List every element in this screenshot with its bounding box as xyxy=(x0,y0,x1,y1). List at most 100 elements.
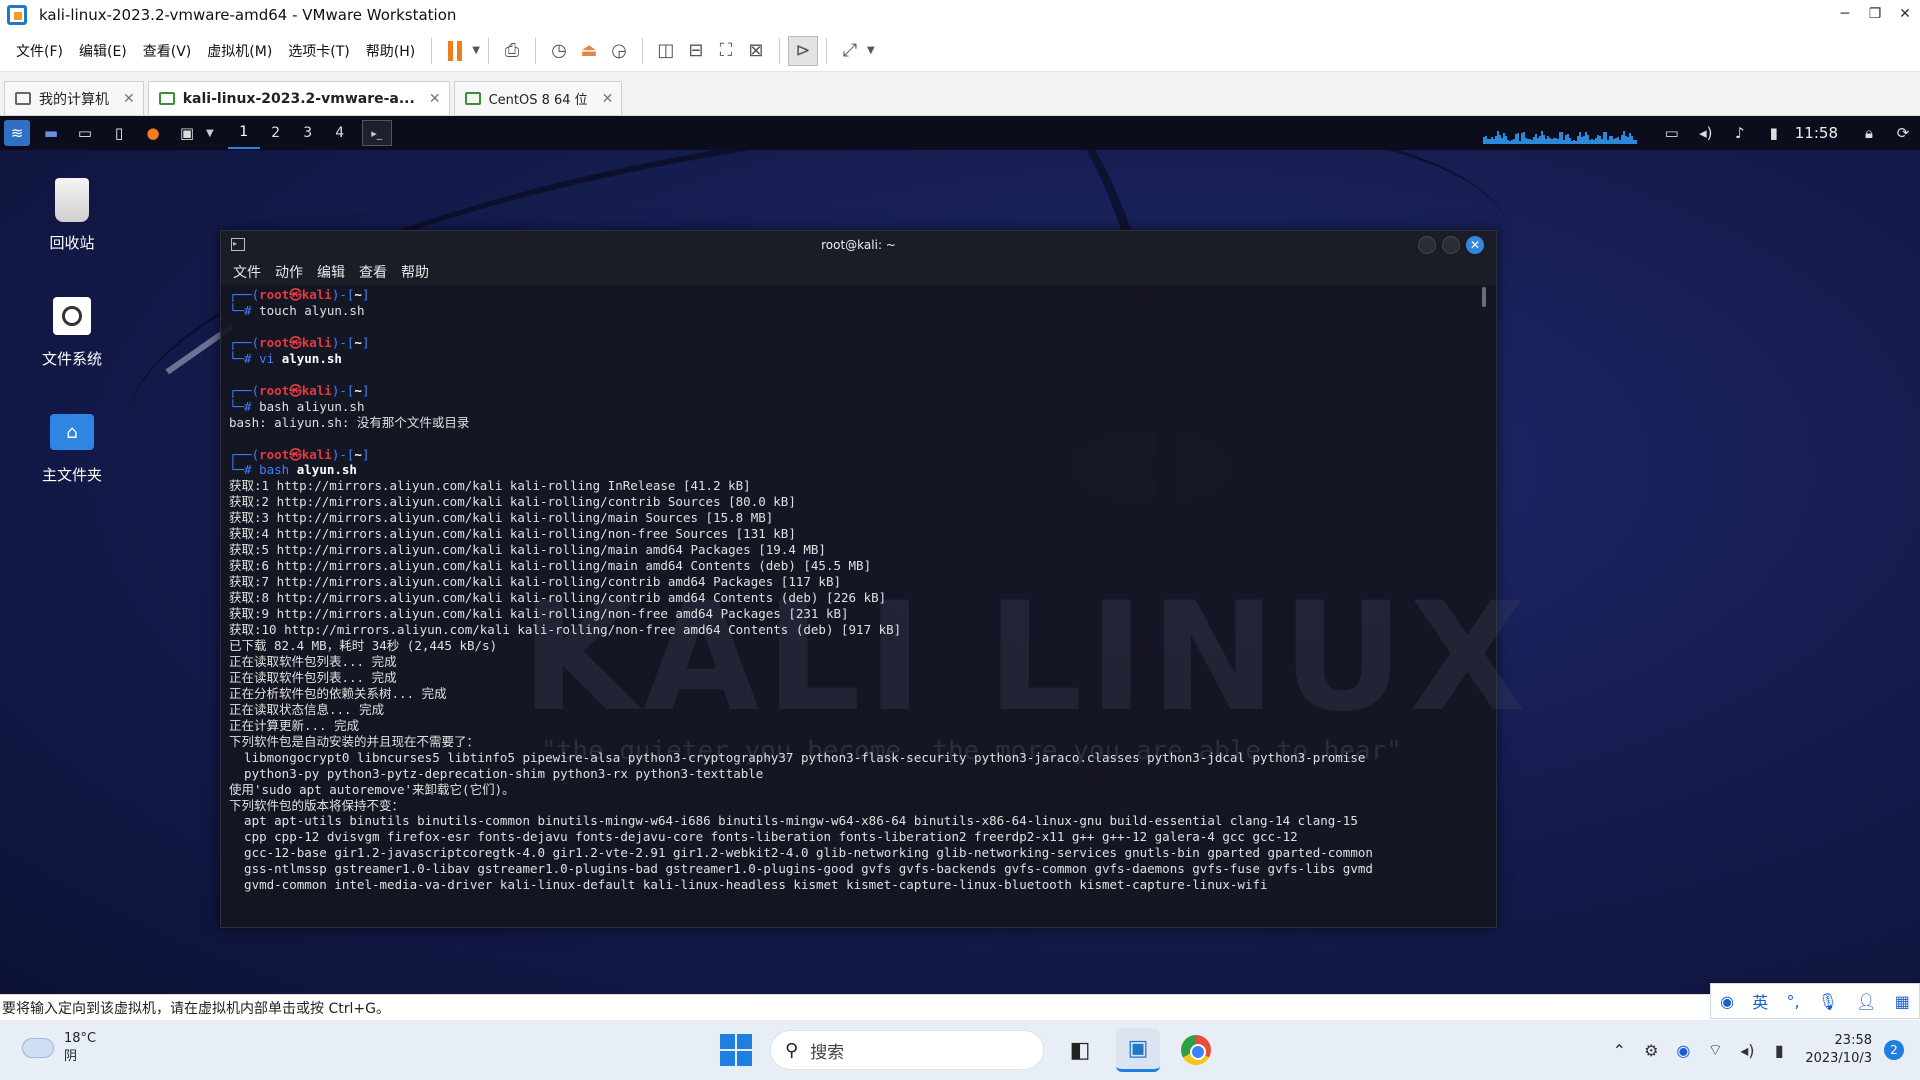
snapshot-button[interactable]: ◷ xyxy=(544,36,574,66)
terminal-menu-actions[interactable]: 动作 xyxy=(275,262,303,282)
fullscreen-icon: ⛶ xyxy=(719,40,733,61)
workspace-1[interactable]: 1 xyxy=(227,117,260,149)
minimize-button[interactable]: ─ xyxy=(1830,0,1860,30)
tab-centos[interactable]: CentOS 8 64 位 ✕ xyxy=(453,81,623,115)
terminal-output-line: 正在读取软件包列表... 完成 xyxy=(229,669,397,685)
terminal-output-line: 使用'sudo apt autoremove'来卸载它(它们)。 xyxy=(229,781,515,797)
send-ctrl-alt-del-button[interactable]: ⎙ xyxy=(497,36,527,66)
snapshot-manager-button[interactable]: ◶ xyxy=(604,36,634,66)
search-box[interactable]: ⚲ 搜索 xyxy=(770,1030,1044,1070)
thumbnail-bar-button[interactable]: ⊟ xyxy=(681,36,711,66)
weather-widget[interactable]: 18°C 阴 xyxy=(22,1030,96,1066)
restore-button[interactable]: ❐ xyxy=(1860,0,1890,30)
console-view-button[interactable]: ⊳ xyxy=(787,35,818,66)
ime-language-toggle[interactable]: 英 xyxy=(1752,989,1768,1013)
close-button[interactable]: ✕ xyxy=(1890,0,1920,30)
taskbar-chrome[interactable] xyxy=(1174,1028,1218,1072)
terminal-window[interactable]: ▸ root@kali: ~ ✕ 文件 动作 编辑 查看 帮助 KALI LIN… xyxy=(220,230,1525,928)
full-screen-button[interactable]: ⛶ xyxy=(711,36,741,66)
close-icon[interactable]: ✕ xyxy=(602,91,614,107)
terminal-output-line: gcc-12-base gir1.2-javascriptcoregtk-4.0… xyxy=(244,845,1373,861)
firefox-icon[interactable]: ● xyxy=(140,120,166,146)
workspace-3[interactable]: 3 xyxy=(292,118,324,148)
battery-icon[interactable]: ▮ xyxy=(1763,1041,1795,1060)
taskbar-terminal-window[interactable]: ▸_ xyxy=(361,120,392,146)
notification-bell-icon[interactable]: ♪ xyxy=(1723,124,1757,142)
toolbar-divider xyxy=(431,37,433,64)
unity-button[interactable]: ⊠ xyxy=(741,36,771,66)
ifly-tray-icon[interactable]: ◉ xyxy=(1667,1041,1699,1060)
maximize-button[interactable] xyxy=(1442,236,1460,254)
terminal-menu-edit[interactable]: 编辑 xyxy=(317,262,345,282)
terminal-menu-file[interactable]: 文件 xyxy=(233,262,261,282)
vmware-statusbar: 要将输入定向到该虚拟机，请在虚拟机内部单击或按 Ctrl+G。 ◉ 英 °, 🎙… xyxy=(0,983,1920,1020)
menu-edit[interactable]: 编辑(E) xyxy=(71,41,135,61)
menu-bar: 文件(F) 编辑(E) 查看(V) 虚拟机(M) 选项卡(T) 帮助(H) xyxy=(8,41,423,61)
speaker-icon[interactable]: ◂) xyxy=(1731,1041,1763,1060)
file-manager-icon[interactable]: ▭ xyxy=(72,120,98,146)
punctuation-icon[interactable]: °, xyxy=(1786,992,1799,1011)
lock-icon[interactable]: 🔒︎ xyxy=(1852,124,1886,142)
tray-app-icon[interactable]: ⚙ xyxy=(1635,1041,1667,1060)
pause-button[interactable] xyxy=(440,36,470,66)
ifly-icon[interactable]: ◉ xyxy=(1720,992,1734,1011)
revert-snapshot-button[interactable]: ⏏ xyxy=(574,36,604,66)
user-icon[interactable]: 👤︎ xyxy=(1856,992,1876,1011)
desktop-filesystem[interactable]: 文件系统 xyxy=(17,292,127,369)
menu-vm[interactable]: 虚拟机(M) xyxy=(199,41,280,61)
text-editor-icon[interactable]: ▯ xyxy=(106,120,132,146)
terminal-menu-view[interactable]: 查看 xyxy=(359,262,387,282)
close-icon[interactable]: ✕ xyxy=(429,91,441,107)
taskbar-vmware[interactable]: ▣ xyxy=(1116,1028,1160,1072)
menu-tabs[interactable]: 选项卡(T) xyxy=(280,41,357,61)
chevron-down-icon[interactable]: ▼ xyxy=(206,128,214,139)
sidebar-icon: ◫ xyxy=(657,40,675,61)
display-icon[interactable]: ▭ xyxy=(1655,124,1689,142)
stretch-button[interactable]: ⤢ xyxy=(835,36,865,66)
terminal-output-line: 下列软件包的版本将保持不变： xyxy=(229,797,405,813)
tab-label: kali-linux-2023.2-vmware-a... xyxy=(182,90,415,107)
workspace-2[interactable]: 2 xyxy=(260,118,292,148)
menu-file[interactable]: 文件(F) xyxy=(8,41,71,61)
terminal-titlebar[interactable]: ▸ root@kali: ~ ✕ xyxy=(221,231,1496,259)
terminal-title: root@kali: ~ xyxy=(821,238,896,252)
terminal-launcher-icon[interactable]: ▣ xyxy=(174,120,200,146)
notification-badge[interactable]: 2 xyxy=(1884,1040,1904,1060)
task-view-button[interactable]: ◧ xyxy=(1058,1028,1102,1072)
tab-label: CentOS 8 64 位 xyxy=(488,93,588,108)
desktop-trash[interactable]: 回收站 xyxy=(17,176,127,253)
menu-help[interactable]: 帮助(H) xyxy=(358,41,423,61)
wifi-icon[interactable]: ⌔ xyxy=(1699,1040,1731,1060)
tab-my-computer[interactable]: 我的计算机 ✕ xyxy=(4,81,144,115)
grid-icon[interactable]: ▦ xyxy=(1895,992,1910,1011)
terminal-output[interactable]: ┌──(root㉿kali)-[~] └─# touch alyun.sh ┌─… xyxy=(229,287,1476,923)
library-button[interactable]: ◫ xyxy=(651,36,681,66)
desktop-home-folder[interactable]: ⌂ 主文件夹 xyxy=(17,408,127,485)
terminal-output-line: libmongocrypt0 libncurses5 libtinfo5 pip… xyxy=(244,749,1366,765)
microphone-icon[interactable]: 🎙︎ xyxy=(1818,992,1838,1011)
start-button[interactable] xyxy=(720,1034,752,1066)
show-desktop-icon[interactable]: ▬ xyxy=(38,120,64,146)
chevron-down-icon[interactable]: ▼ xyxy=(472,45,480,56)
vm-console-screen[interactable]: ≋ ▬ ▭ ▯ ● ▣ ▼ 1 2 3 4 ▸_ ▭ ◂) ♪ ▮ 11:58 … xyxy=(0,116,1920,994)
terminal-scrollbar[interactable] xyxy=(1482,287,1486,307)
chevron-up-icon[interactable]: ⌃ xyxy=(1603,1041,1635,1060)
close-button[interactable]: ✕ xyxy=(1466,236,1484,254)
battery-icon[interactable]: ▮ xyxy=(1757,124,1791,142)
revert-icon: ⏏ xyxy=(580,40,598,61)
guest-clock[interactable]: 11:58 xyxy=(1791,124,1852,142)
minimize-button[interactable] xyxy=(1418,236,1436,254)
terminal-output-line: 获取:3 http://mirrors.aliyun.com/kali kali… xyxy=(229,510,774,526)
toolbar-divider xyxy=(487,37,489,64)
volume-icon[interactable]: ◂) xyxy=(1689,124,1723,142)
terminal-output-line: cpp cpp-12 dvisvgm firefox-esr fonts-dej… xyxy=(244,829,1298,845)
kali-menu-icon[interactable]: ≋ xyxy=(4,120,30,146)
close-icon[interactable]: ✕ xyxy=(123,91,135,107)
logout-icon[interactable]: ⟳ xyxy=(1886,124,1920,142)
workspace-4[interactable]: 4 xyxy=(324,118,356,148)
chevron-down-icon[interactable]: ▼ xyxy=(867,45,875,56)
tab-kali[interactable]: kali-linux-2023.2-vmware-a... ✕ xyxy=(147,81,450,115)
system-clock[interactable]: 23:58 2023/10/3 xyxy=(1795,1032,1884,1068)
terminal-menu-help[interactable]: 帮助 xyxy=(401,262,429,282)
menu-view[interactable]: 查看(V) xyxy=(135,41,200,61)
